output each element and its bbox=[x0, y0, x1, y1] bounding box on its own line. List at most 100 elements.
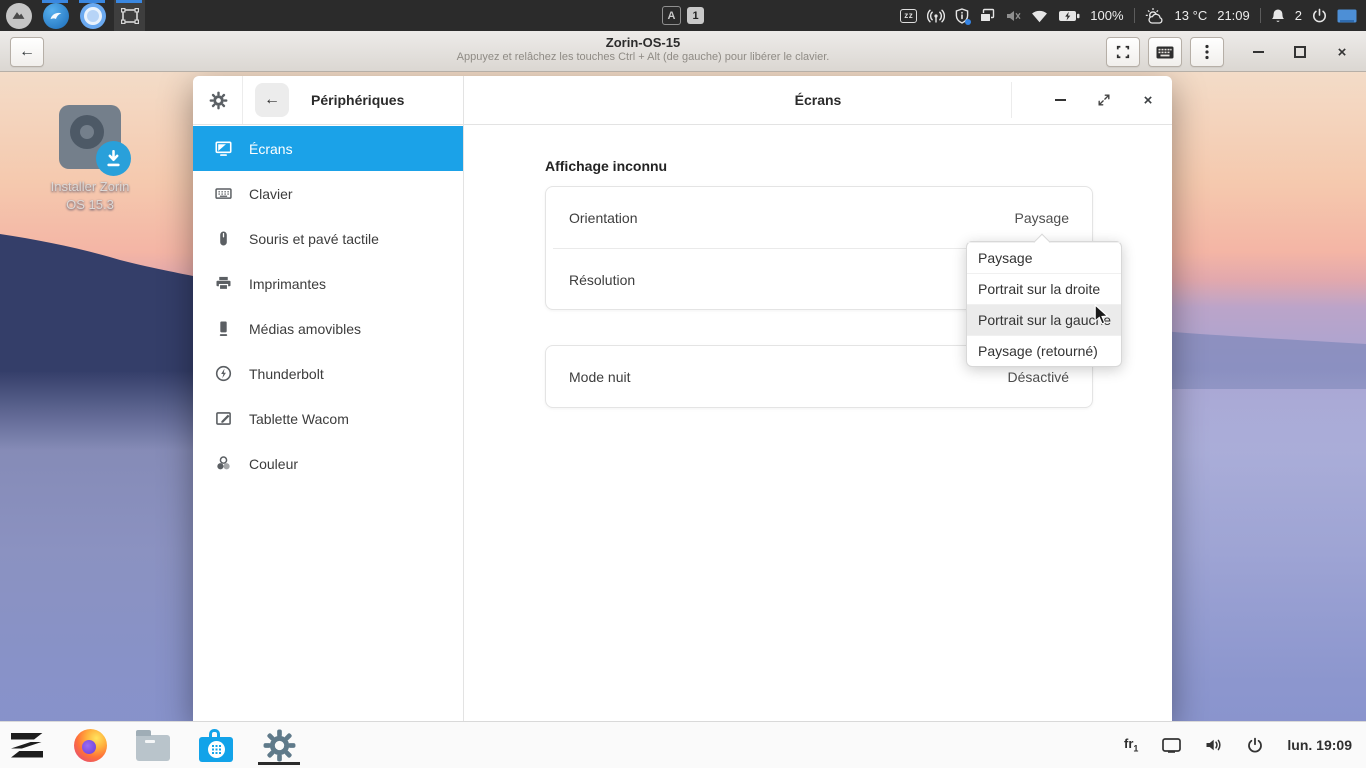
mouse-cursor bbox=[1094, 304, 1109, 326]
controls-separator bbox=[1011, 82, 1012, 118]
installer-drive-icon bbox=[59, 105, 121, 169]
settings-sidebar: Écrans Clavier Souris et pavé tactile Im… bbox=[193, 125, 464, 722]
section-title: Affichage inconnu bbox=[545, 158, 667, 174]
dropdown-option-portrait-droite[interactable]: Portrait sur la droite bbox=[967, 273, 1121, 304]
wifi-icon[interactable] bbox=[1031, 9, 1048, 23]
vm-title-block: Zorin-OS-15 Appuyez et relâchez les touc… bbox=[200, 35, 1086, 63]
sidebar-item-couleur[interactable]: Couleur bbox=[193, 441, 463, 486]
caffeine-icon[interactable]: zz bbox=[900, 9, 917, 23]
zorin-logo-icon bbox=[11, 733, 43, 758]
sidebar-title: Périphériques bbox=[311, 92, 404, 108]
sidebar-item-label: Clavier bbox=[249, 186, 293, 202]
screen-share-icon[interactable] bbox=[1337, 9, 1357, 23]
settings-maximize-button[interactable] bbox=[1092, 88, 1116, 112]
taskbar-clock[interactable]: lun. 19:09 bbox=[1287, 737, 1352, 753]
sidebar-item-ecrans[interactable]: Écrans bbox=[193, 126, 463, 171]
send-keys-button[interactable] bbox=[1148, 37, 1182, 67]
fullscreen-button[interactable] bbox=[1106, 37, 1140, 67]
display-icon bbox=[214, 140, 232, 157]
download-badge-icon bbox=[96, 141, 131, 176]
taskbar-software[interactable] bbox=[197, 724, 235, 766]
top-bar-clock[interactable]: 21:09 bbox=[1217, 8, 1250, 23]
app-launcher-thunderbird[interactable] bbox=[40, 0, 71, 31]
back-arrow-icon: ← bbox=[264, 91, 280, 109]
bell-icon[interactable] bbox=[1271, 8, 1285, 24]
settings-gear-icon bbox=[263, 729, 296, 762]
notification-count: 2 bbox=[1295, 8, 1302, 23]
keyboard-icon bbox=[1156, 46, 1174, 59]
sidebar-item-souris[interactable]: Souris et pavé tactile bbox=[193, 216, 463, 261]
vm-maximize-button[interactable] bbox=[1292, 44, 1308, 60]
resolution-label: Résolution bbox=[569, 272, 635, 288]
mouse-icon bbox=[214, 230, 232, 247]
vm-close-button[interactable]: × bbox=[1334, 44, 1350, 60]
settings-back-button[interactable]: ← bbox=[255, 83, 289, 117]
system-tray: zz 100% 13 °C 21:09 2 bbox=[900, 7, 1366, 25]
sidebar-item-imprimantes[interactable]: Imprimantes bbox=[193, 261, 463, 306]
hotspot-icon[interactable] bbox=[927, 8, 945, 24]
sidebar-item-thunderbolt[interactable]: Thunderbolt bbox=[193, 351, 463, 396]
orientation-row[interactable]: Orientation Paysage bbox=[546, 187, 1092, 248]
muted-mic-icon[interactable] bbox=[1005, 8, 1021, 24]
tray-separator bbox=[1134, 8, 1135, 23]
files-folder-icon bbox=[136, 735, 170, 761]
app-launcher-virt-manager[interactable] bbox=[114, 0, 145, 31]
night-mode-value[interactable]: Désactivé bbox=[1008, 369, 1069, 385]
sidebar-item-medias[interactable]: Médias amovibles bbox=[193, 306, 463, 351]
battery-icon[interactable] bbox=[1058, 10, 1080, 22]
virt-manager-app-icon bbox=[120, 7, 140, 25]
sidebar-item-label: Tablette Wacom bbox=[249, 411, 349, 427]
taskbar-files[interactable] bbox=[134, 724, 172, 766]
power-tray-icon[interactable] bbox=[1247, 737, 1263, 753]
keyboard-layout-indicator[interactable]: A bbox=[662, 6, 681, 25]
sidebar-item-wacom[interactable]: Tablette Wacom bbox=[193, 396, 463, 441]
tray-separator bbox=[1260, 8, 1261, 23]
vm-title: Zorin-OS-15 bbox=[200, 35, 1086, 50]
settings-main-header: Écrans × bbox=[464, 76, 1172, 125]
header-separator bbox=[242, 76, 243, 124]
page-title: Écrans bbox=[795, 92, 842, 108]
sidebar-item-label: Thunderbolt bbox=[249, 366, 324, 382]
settings-minimize-button[interactable] bbox=[1048, 88, 1072, 112]
maximize-icon bbox=[1294, 46, 1306, 58]
app-launcher-chromium[interactable] bbox=[77, 0, 108, 31]
taskbar-settings[interactable] bbox=[260, 724, 298, 766]
vm-back-button[interactable]: ← bbox=[10, 37, 44, 67]
temperature-label[interactable]: 13 °C bbox=[1175, 8, 1208, 23]
workspace-indicator[interactable]: 1 bbox=[687, 7, 704, 24]
orientation-label: Orientation bbox=[569, 210, 637, 226]
dropdown-option-paysage-retourne[interactable]: Paysage (retourné) bbox=[967, 335, 1121, 366]
photos-app-icon bbox=[6, 3, 32, 29]
running-indicator bbox=[116, 0, 142, 3]
printer-icon bbox=[214, 275, 232, 292]
minimize-icon bbox=[1253, 51, 1264, 53]
weather-icon[interactable] bbox=[1145, 7, 1165, 25]
removable-media-icon bbox=[214, 320, 232, 337]
keyboard-layout-indicator[interactable]: fr1 bbox=[1124, 736, 1138, 754]
settings-close-button[interactable]: × bbox=[1136, 88, 1160, 112]
running-indicator bbox=[42, 0, 68, 3]
sidebar-item-label: Écrans bbox=[249, 141, 293, 157]
running-indicator bbox=[79, 0, 105, 3]
orientation-value[interactable]: Paysage bbox=[1015, 210, 1069, 226]
windows-copy-icon[interactable] bbox=[979, 8, 995, 24]
volume-tray-icon[interactable] bbox=[1205, 738, 1223, 752]
sidebar-item-clavier[interactable]: Clavier bbox=[193, 171, 463, 216]
night-mode-label: Mode nuit bbox=[569, 369, 630, 385]
menu-button[interactable] bbox=[1190, 37, 1224, 67]
app-launcher-photos[interactable] bbox=[3, 0, 34, 31]
vm-minimize-button[interactable] bbox=[1250, 44, 1266, 60]
settings-window: ← Périphériques Écrans × bbox=[193, 76, 1172, 722]
zorin-menu-button[interactable] bbox=[8, 724, 46, 766]
power-icon[interactable] bbox=[1312, 8, 1327, 23]
security-shield-icon[interactable] bbox=[955, 8, 969, 24]
installer-desktop-icon[interactable]: Installer Zorin OS 15.3 bbox=[42, 105, 138, 213]
display-tray-icon[interactable] bbox=[1162, 738, 1181, 753]
thunderbolt-icon bbox=[214, 365, 232, 382]
installer-label: Installer Zorin OS 15.3 bbox=[42, 178, 138, 213]
color-icon bbox=[214, 455, 232, 472]
settings-content: Affichage inconnu Orientation Paysage Ré… bbox=[464, 125, 1172, 722]
taskbar-firefox[interactable] bbox=[71, 724, 109, 766]
notification-dot bbox=[965, 19, 971, 25]
back-arrow-icon: ← bbox=[19, 43, 35, 61]
